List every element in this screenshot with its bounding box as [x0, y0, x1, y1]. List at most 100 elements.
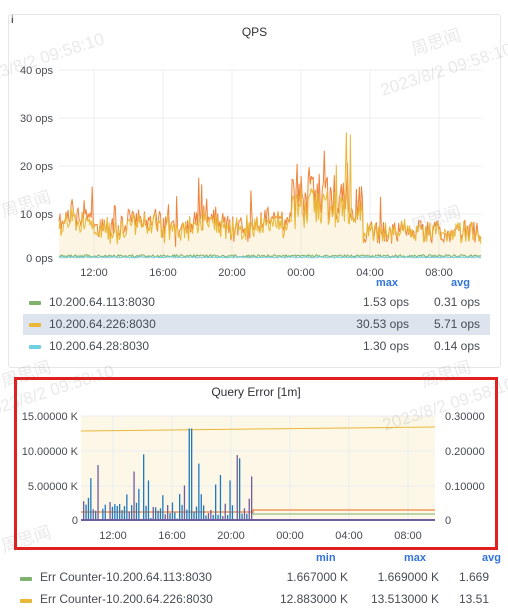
query-error-bar [236, 455, 238, 520]
legend-avg-value: 1.669 [459, 570, 490, 584]
qe-y-left-tick: 15.00000 K [22, 411, 79, 423]
query-error-panel: Query Error [1m] 15.00000 K 10.00000 K 5… [14, 377, 498, 550]
query-error-bar [145, 505, 147, 520]
legend-series-name[interactable]: 10.200.64.226:8030 [49, 317, 156, 331]
qps-y-tick: 40 ops [20, 65, 54, 77]
legend-header-max[interactable]: max [404, 552, 426, 564]
qe-y-right-tick: 0.30000 [445, 411, 485, 423]
qe-y-right-tick: 0.10000 [445, 481, 485, 493]
query-error-bar [248, 498, 250, 520]
legend-series-name[interactable]: 10.200.64.28:8030 [49, 339, 149, 353]
qps-x-tick: 00:00 [287, 267, 315, 279]
legend-row-113[interactable]: 10.200.64.113:8030 1.53 ops 0.31 ops [23, 292, 490, 313]
legend-row-err-226[interactable]: Err Counter-10.200.64.226:8030 12.883000… [14, 590, 504, 610]
query-error-bar [104, 504, 106, 520]
legend-min-value: 12.883000 K [279, 592, 348, 606]
qe-y-right-tick: 0.20000 [445, 446, 485, 458]
qe-x-ticks: 12:00 16:00 20:00 00:00 04:00 08:00 [99, 530, 422, 542]
qe-y-right-tick: 0 [445, 515, 451, 527]
series-color-swatch[interactable] [20, 577, 32, 581]
legend-max-value: 30.53 ops [356, 317, 409, 331]
query-error-bar [210, 509, 212, 520]
query-error-bar [181, 504, 183, 520]
series-color-swatch[interactable] [20, 599, 32, 603]
qe-x-tick: 00:00 [276, 530, 304, 542]
qe-x-tick: 04:00 [335, 530, 363, 542]
query-error-bar [229, 480, 231, 520]
query-error-bar [219, 475, 222, 520]
query-error-bar [152, 506, 154, 520]
query-error-bar [138, 488, 140, 520]
query-error-bar [147, 480, 150, 520]
qps-x-tick: 12:00 [80, 267, 108, 279]
qps-y-tick: 0 ops [26, 253, 53, 265]
qps-x-tick: 20:00 [218, 267, 246, 279]
query-error-bar [251, 476, 253, 520]
qps-area-226 [59, 150, 481, 258]
query-error-bar [243, 508, 246, 520]
query-error-bar [198, 463, 200, 520]
query-error-bar [92, 509, 94, 520]
query-error-bar [215, 484, 217, 520]
query-error-bar [231, 505, 234, 520]
query-error-bar [186, 509, 188, 520]
query-error-bar [195, 506, 198, 520]
qps-y-tick: 10 ops [20, 209, 54, 221]
legend-max-value: 1.669000 K [377, 570, 439, 584]
qe-x-tick: 08:00 [394, 530, 422, 542]
legend-row-226[interactable]: 10.200.64.226:8030 30.53 ops 5.71 ops [23, 314, 490, 335]
query-error-bar [119, 504, 121, 520]
query-error-bar [109, 502, 111, 520]
qps-y-tick: 30 ops [20, 113, 54, 125]
qe-x-tick: 12:00 [99, 530, 127, 542]
query-error-bar [126, 494, 128, 520]
query-error-panel-title[interactable]: Query Error [1m] [17, 385, 495, 399]
legend-avg-value: 13.51 [459, 592, 490, 606]
legend-header-avg[interactable]: avg [451, 277, 470, 289]
query-error-chart[interactable]: 15.00000 K 10.00000 K 5.00000 K 0 0.3000… [17, 400, 495, 550]
query-error-bar [116, 506, 118, 520]
qe-y-right-ticks: 0.30000 0.20000 0.10000 0 [445, 411, 485, 527]
query-error-bar [159, 508, 162, 520]
query-error-bar [83, 501, 85, 520]
qps-y-tick: 20 ops [20, 161, 54, 173]
query-error-bar [171, 502, 174, 520]
qps-panel-title[interactable]: QPS [9, 25, 500, 39]
series-color-swatch[interactable] [29, 345, 41, 349]
query-error-bar [131, 505, 133, 520]
query-error-bar [239, 458, 241, 520]
legend-series-name[interactable]: 10.200.64.113:8030 [49, 295, 155, 309]
query-error-bar [95, 510, 97, 520]
query-error-bar [85, 504, 87, 520]
query-error-bar [87, 497, 90, 520]
query-error-bar [133, 471, 135, 520]
legend-series-name[interactable]: Err Counter-10.200.64.113:8030 [40, 570, 212, 584]
legend-min-value: 1.667000 K [286, 570, 348, 584]
query-error-bar [167, 505, 169, 520]
query-error-bar [123, 506, 126, 520]
query-error-bar [200, 494, 202, 520]
legend-max-value: 1.30 ops [362, 339, 409, 353]
query-error-bar [90, 478, 92, 520]
legend-header-avg[interactable]: avg [482, 552, 501, 564]
qe-y-left-ticks: 15.00000 K 10.00000 K 5.00000 K 0 [22, 411, 79, 527]
series-color-swatch[interactable] [29, 323, 41, 327]
legend-row-err-113[interactable]: Err Counter-10.200.64.113:8030 1.667000 … [14, 568, 504, 588]
legend-row-28[interactable]: 10.200.64.28:8030 1.30 ops 0.14 ops [23, 336, 490, 357]
query-error-bar [188, 428, 190, 520]
legend-series-name[interactable]: Err Counter-10.200.64.226:8030 [40, 592, 213, 606]
qe-y-left-tick: 5.00000 K [28, 481, 79, 493]
query-error-bar [128, 511, 130, 520]
qe-x-tick: 20:00 [217, 530, 245, 542]
series-color-swatch[interactable] [29, 301, 41, 305]
qps-x-tick: 16:00 [149, 267, 177, 279]
legend-max-value: 13.513000 K [370, 592, 439, 606]
qps-chart[interactable]: 40 ops 30 ops 20 ops 10 ops 0 ops 12:00 … [9, 45, 500, 285]
query-error-bar [183, 485, 186, 520]
legend-max-value: 1.53 ops [362, 295, 409, 309]
query-error-bar [97, 465, 99, 520]
legend-header-min[interactable]: min [316, 552, 336, 564]
query-error-bar [207, 513, 210, 520]
legend-header-max[interactable]: max [376, 277, 398, 289]
query-error-bar [157, 510, 159, 520]
